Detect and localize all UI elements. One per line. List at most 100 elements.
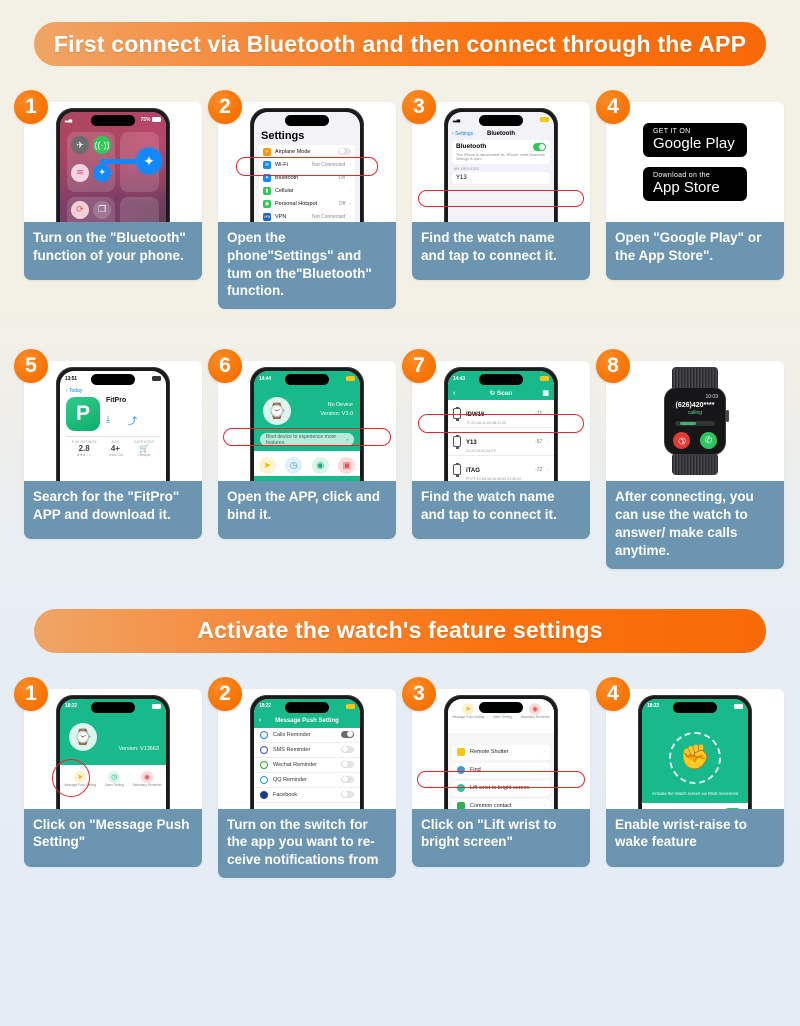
control-center-grid: ✈ ((·)) ≋ ✦ ⟳ ❐ [67, 132, 159, 222]
screen-mirror-icon[interactable]: ❐ [93, 200, 111, 219]
list-item-sms[interactable]: SMS Reminder [254, 743, 360, 758]
screenshot-wrist-sense: 18:23 ✊ Activate the Watch screen via Wr… [606, 688, 784, 809]
back-button[interactable]: ‹ [259, 717, 261, 724]
bluetooth-toggle[interactable] [533, 143, 546, 151]
phone-frame: ➤ Message Push Setting ◷ Alarm Setting ◉… [444, 694, 558, 809]
settings-row-hotspot[interactable]: ◉ Personal Hotspot Off › [259, 197, 355, 210]
camera-icon[interactable]: ▣ [338, 457, 356, 475]
settings-row-bluetooth[interactable]: ✦ Bluetooth On › [259, 171, 355, 184]
device-list: IDW16 7F:2C:3A:11:90:4B:21:05 -71 › Y13 … [448, 400, 554, 482]
airplane-toggle[interactable] [338, 147, 351, 156]
watch-band-top [672, 367, 718, 390]
list-item[interactable]: Y13 21:22:33:03:0A:FE -57 › [448, 428, 554, 457]
download-icon[interactable]: ⤓ [106, 414, 110, 427]
lock-tile[interactable]: ⟳ ❐ [67, 196, 115, 222]
bind-device-row[interactable]: Bind device to experience more features.… [260, 433, 354, 447]
message-push-icon[interactable]: ➤ [258, 457, 276, 475]
sms-toggle[interactable] [341, 745, 354, 754]
tile-sedentary[interactable]: ◉ Sedentary Reminder [132, 770, 162, 788]
screenshot-store-badges: GET IT ON Google Play Download on the Ap… [606, 102, 784, 222]
brightness-tile[interactable] [120, 196, 159, 222]
lift-wrist-icon [457, 784, 465, 792]
device-name: iTAG [466, 467, 480, 474]
settings-row-vpn[interactable]: VPN VPN Not Connected › [259, 210, 355, 222]
step-badge: 1 [14, 90, 48, 124]
infographic-page: First connect via Bluetooth and then con… [0, 0, 800, 1026]
card-row-1: 1 ▂▄ 75% ✈ ((·)) ≋ ✦ ⟳ ❐ ✦ Turn on the "… [0, 90, 800, 310]
screenshot-bluetooth-detail: ▂▄ ‹ Settings Bluetooth Bluetooth This i… [412, 102, 590, 222]
settings-row-airplane[interactable]: ✈ Airplane Mode [259, 145, 355, 158]
chevron-right-icon: › [349, 213, 351, 220]
watch-icon [453, 462, 461, 477]
phone-notch [479, 374, 523, 386]
caller-number: (626)420**** [675, 401, 715, 409]
list-item-qq[interactable]: QQ Reminder [254, 773, 360, 788]
sedentary-icon[interactable]: ◉ [311, 457, 329, 475]
row-remote-shutter[interactable]: Remote Shutter › [452, 744, 550, 760]
nav-title: Message Push Setting [275, 717, 339, 724]
back-button[interactable]: ‹ [453, 390, 455, 397]
row-label: Wechat Reminder [273, 761, 317, 768]
decline-call-button[interactable]: ✆ [669, 428, 694, 453]
rotation-lock-icon[interactable]: ⟳ [71, 200, 89, 219]
step-badge: 6 [208, 349, 242, 384]
list-item[interactable]: IDW16 7F:2C:3A:11:90:4B:21:05 -71 › [448, 400, 554, 429]
device-row-y13[interactable]: Y13 [452, 172, 550, 185]
bluetooth-icon[interactable]: ✦ [93, 163, 111, 182]
row-lift-wrist[interactable]: Lift wrist to bright screen › [452, 780, 550, 796]
wrist-sense-row[interactable]: Wrist Sense [642, 802, 748, 809]
back-button[interactable]: ‹ Settings [452, 131, 473, 137]
card-caption: After connecting, you can use the watch … [606, 481, 784, 569]
tile-sedentary[interactable]: ◉ Sedentary Reminder [520, 702, 550, 720]
settings-row-wifi[interactable]: ≋ Wi-Fi Not Connected › [259, 158, 355, 171]
device-rssi: -71 [535, 410, 543, 417]
tile-message-push[interactable]: ➤ Message Push Setting [64, 770, 96, 788]
step-badge: 3 [402, 90, 436, 124]
qr-scan-icon[interactable]: ▦ [542, 389, 549, 397]
card-caption: Open the phone"Settings" and tum on the"… [218, 222, 396, 310]
bluetooth-highlight-icon[interactable]: ✦ [136, 148, 162, 174]
wifi-icon[interactable]: ≋ [71, 163, 89, 182]
qq-toggle[interactable] [341, 775, 354, 784]
volume-slider[interactable] [675, 420, 715, 426]
phone-frame: ▂▄ 75% ✈ ((·)) ≋ ✦ ⟳ ❐ ✦ [56, 108, 170, 222]
share-icon[interactable]: ⤴ [128, 414, 137, 427]
settings-list: Settings ✈ Airplane Mode ≋ Wi-Fi Not Con [254, 127, 360, 222]
settings-title: Settings [261, 130, 305, 142]
list-item-calls[interactable]: Calls Reminder [254, 728, 360, 743]
chevron-right-icon: › [547, 410, 549, 417]
device-status: No Device Version: V3.0 [320, 402, 353, 417]
row-find[interactable]: Find › [452, 762, 550, 778]
row-value: Not Connected [311, 161, 346, 168]
facebook-toggle[interactable] [341, 790, 354, 799]
alarm-icon[interactable]: ◷ [285, 457, 303, 475]
wechat-icon [260, 760, 268, 769]
card-caption: Open "Google Play" or the App Store". [606, 222, 784, 280]
bind-label: Bind device to experience more features. [266, 433, 337, 446]
airplane-mode-icon[interactable]: ✈ [71, 136, 89, 154]
cellular-icon[interactable]: ((·)) [93, 136, 111, 154]
calls-toggle[interactable] [341, 730, 354, 739]
tile-alarm[interactable]: ◷ Alarm Setting [105, 770, 124, 788]
qq-icon [260, 775, 268, 784]
status-time: 18:22 [65, 703, 77, 709]
app-name: FitPro [106, 397, 127, 405]
list-item-wechat[interactable]: Wechat Reminder [254, 758, 360, 773]
step-badge: 3 [402, 676, 436, 711]
google-play-badge[interactable]: GET IT ON Google Play [643, 123, 747, 157]
app-store-badge[interactable]: Download on the App Store [643, 167, 747, 201]
watch-icon [453, 434, 461, 449]
card-caption: Turn on the "Bluetooth" function of your… [24, 222, 202, 280]
wrist-sense-toggle[interactable] [724, 808, 741, 809]
row-common-contact[interactable]: Common contact › [452, 798, 550, 809]
list-item[interactable]: iTAG FF:FF:10:A5:96:40:00:02:01:55:00 -7… [448, 456, 554, 481]
wechat-toggle[interactable] [341, 760, 354, 769]
chevron-right-icon: › [349, 161, 351, 168]
list-item-facebook[interactable]: Facebook [254, 788, 360, 803]
settings-row-cellular[interactable]: ▮ Cellular › [259, 184, 355, 197]
fitpro-home: 14:44 ⌚ No Device Version: V3.0 Bind dev… [254, 371, 360, 482]
back-button[interactable]: ‹ Today [66, 388, 160, 394]
accept-call-button[interactable]: ✆ [700, 431, 717, 449]
hotspot-icon: ◉ [263, 199, 271, 208]
status-battery [346, 376, 355, 382]
